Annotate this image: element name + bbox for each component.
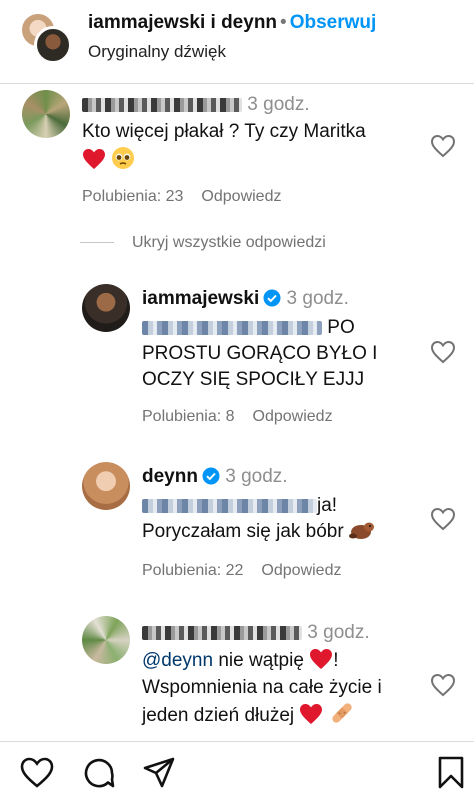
blurred-username[interactable] [142, 626, 302, 640]
reel-header: iammajewski i deynn • Obserwuj Oryginalny … [0, 0, 474, 84]
header-dot: • [280, 12, 287, 33]
avatar-iammajewski[interactable] [34, 26, 72, 64]
divider-line [80, 242, 114, 244]
comment-header: 3 godz. [142, 620, 370, 646]
comment-meta: Polubienia: 22 Odpowiedz [142, 562, 341, 580]
comment-text: Poryczałam się jak bóbr [142, 521, 344, 542]
comment-text-line: jeden dzień dłużej [142, 701, 355, 729]
red-heart-emoji [300, 704, 323, 724]
pleading-face-emoji [112, 147, 135, 169]
header-title: iammajewski i deynn • Obserwuj [88, 12, 376, 34]
comment-time: 3 godz. [286, 288, 349, 309]
comment-text: ! [333, 650, 339, 671]
avatar[interactable] [82, 616, 130, 664]
follow-button[interactable]: Obserwuj [290, 12, 377, 33]
comment-text-line: OCZY SIĘ SPOCIŁY EJJJ [142, 369, 365, 390]
reply-button[interactable]: Odpowiedz [253, 408, 333, 425]
comment-time: 3 godz. [307, 622, 370, 643]
avatar[interactable] [82, 462, 130, 510]
comment-text-line: Wspomnienia na całe życie i [142, 677, 382, 698]
avatar[interactable] [82, 284, 130, 332]
bookmark-icon[interactable] [434, 756, 468, 790]
like-count[interactable]: Polubienia: 8 [142, 408, 235, 425]
comment-header: iammajewski 3 godz. [142, 286, 349, 312]
like-count[interactable]: Polubienia: 22 [142, 562, 243, 579]
heart-icon[interactable] [430, 340, 456, 364]
collab-avatars[interactable] [20, 12, 74, 64]
beaver-emoji [348, 522, 374, 539]
avatar[interactable] [22, 90, 70, 138]
verified-badge-icon [263, 289, 281, 307]
comment-text-line: PROSTU GORĄCO BYŁO I [142, 343, 378, 364]
audio-label[interactable]: Oryginalny dźwięk [88, 42, 226, 62]
heart-icon[interactable] [430, 507, 456, 531]
mention-link[interactable]: @deynn [142, 650, 213, 671]
heart-icon[interactable] [430, 134, 456, 158]
comment-text-line: PO [142, 315, 355, 341]
blurred-mention[interactable] [142, 321, 322, 335]
comment-time: 3 godz. [247, 94, 310, 115]
heart-icon[interactable] [430, 673, 456, 697]
comment-text-line: @deynn nie wątpię ! [142, 648, 338, 674]
verified-badge-icon [202, 467, 220, 485]
hide-replies-button[interactable]: Ukryj wszystkie odpowiedzi [80, 234, 326, 252]
comment-text: jeden dzień dłużej [142, 705, 295, 726]
reply-button[interactable]: Odpowiedz [261, 562, 341, 579]
comment-text-line: ja! [142, 493, 337, 519]
comment-text: Kto więcej płakał ? Ty czy Maritka [82, 121, 366, 142]
bandage-emoji [332, 703, 352, 723]
red-heart-emoji [83, 149, 105, 169]
header-usernames[interactable]: iammajewski i deynn [88, 12, 277, 33]
heart-icon[interactable] [20, 756, 54, 790]
comment-emoji-line [82, 146, 135, 174]
red-heart-emoji [310, 649, 333, 669]
username[interactable]: iammajewski [142, 288, 259, 309]
hide-replies-label[interactable]: Ukryj wszystkie odpowiedzi [132, 234, 326, 251]
comment-text: ja! [317, 495, 338, 516]
comment-text: PO [327, 317, 355, 338]
username[interactable]: deynn [142, 466, 198, 487]
comment-time: 3 godz. [225, 466, 288, 487]
comment-header: 3 godz. [82, 92, 310, 118]
comment-meta: Polubienia: 8 Odpowiedz [142, 408, 333, 426]
share-icon[interactable] [142, 756, 176, 790]
comment-header: deynn 3 godz. [142, 464, 288, 490]
reply-button[interactable]: Odpowiedz [201, 188, 281, 205]
blurred-mention[interactable] [142, 499, 317, 513]
comment-icon[interactable] [82, 756, 116, 790]
comment-meta: Polubienia: 23 Odpowiedz [82, 188, 281, 206]
like-count[interactable]: Polubienia: 23 [82, 188, 183, 205]
comment-text: nie wątpię [218, 650, 304, 671]
blurred-username[interactable] [82, 98, 242, 112]
comment-text-line: Poryczałam się jak bóbr [142, 519, 375, 545]
action-bar [0, 741, 474, 793]
